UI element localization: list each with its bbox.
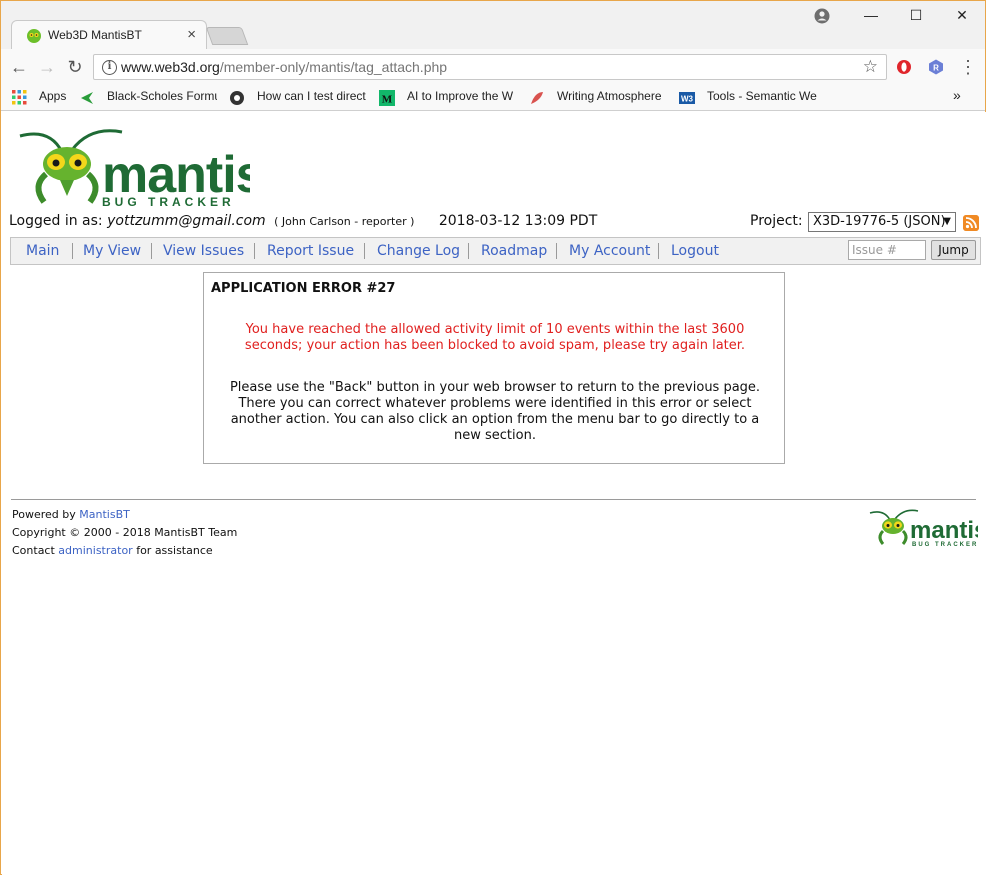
footer-powered-by: Powered by MantisBT <box>12 508 130 521</box>
svg-text:R: R <box>933 64 939 73</box>
menu-separator <box>151 243 152 259</box>
issue-number-input[interactable]: Issue # <box>848 240 926 260</box>
bookmarks-bar: Apps Black-Scholes Formu How can I test … <box>1 85 985 111</box>
mantis-footer-logo[interactable]: mantis BUG TRACKER <box>868 506 978 548</box>
title-bar: Web3D MantisBT × — ☐ ✕ <box>1 1 985 49</box>
back-icon[interactable]: ← <box>9 57 29 77</box>
menu-separator <box>72 243 73 259</box>
bookmark-writing-atmosphere[interactable]: Writing Atmosphere <box>557 89 667 103</box>
site-info-icon[interactable]: i <box>102 60 117 75</box>
project-label: Project: <box>750 213 803 229</box>
profile-icon[interactable] <box>814 8 830 24</box>
svg-text:W3: W3 <box>681 95 694 104</box>
tab-close-icon[interactable]: × <box>187 26 196 43</box>
project-select-value: X3D-19776-5 (JSON) <box>813 214 946 229</box>
logo-subtext: BUG TRACKER <box>102 195 235 206</box>
menu-separator <box>658 243 659 259</box>
browser-window: Web3D MantisBT × — ☐ ✕ ← → ↻ i www.web3d… <box>0 0 986 875</box>
error-help-text: Please use the "Back" button in your web… <box>229 380 761 443</box>
opera-extension-icon[interactable] <box>896 59 912 75</box>
menu-separator <box>556 243 557 259</box>
r-extension-icon[interactable]: R <box>928 59 944 75</box>
browser-toolbar: ← → ↻ i www.web3d.org/member-only/mantis… <box>1 49 985 85</box>
mantis-logo[interactable]: mantis BUG TRACKER <box>10 122 250 206</box>
mantis-page: mantis BUG TRACKER Logged in as: yottzum… <box>2 112 986 875</box>
menu-separator <box>254 243 255 259</box>
menu-report-issue[interactable]: Report Issue <box>267 243 354 259</box>
timestamp: 2018-03-12 13:09 PDT <box>438 213 598 229</box>
logged-in-label: Logged in as: <box>9 213 103 229</box>
error-title: APPLICATION ERROR #27 <box>211 281 396 296</box>
user-email: yottzumm@gmail.com <box>107 213 266 229</box>
jump-button[interactable]: Jump <box>931 240 976 260</box>
bookmark-apps[interactable]: Apps <box>39 89 66 103</box>
project-select[interactable]: X3D-19776-5 (JSON) ▼ <box>808 212 956 232</box>
rss-feed-icon[interactable] <box>963 215 979 231</box>
administrator-link[interactable]: administrator <box>58 544 132 557</box>
arrow-bookmark-icon <box>81 92 93 104</box>
menu-kebab-icon[interactable]: ⋮ <box>958 57 978 77</box>
menu-my-account[interactable]: My Account <box>569 243 650 259</box>
svg-text:M: M <box>382 94 393 106</box>
apps-grid-icon[interactable] <box>12 90 27 105</box>
forward-icon[interactable]: → <box>37 57 57 77</box>
w3c-bookmark-icon: W3 <box>679 92 695 104</box>
menu-my-view[interactable]: My View <box>83 243 141 259</box>
footer-divider <box>11 499 976 500</box>
menu-separator <box>364 243 365 259</box>
footer-logo-subtext: BUG TRACKER <box>912 542 978 548</box>
maximize-icon[interactable]: ☐ <box>906 7 926 24</box>
bookmark-black-scholes[interactable]: Black-Scholes Formu <box>107 89 217 103</box>
reload-icon[interactable]: ↻ <box>65 57 85 77</box>
bookmark-star-icon[interactable]: ☆ <box>863 57 878 77</box>
menu-main[interactable]: Main <box>26 243 59 259</box>
mantisbt-link[interactable]: MantisBT <box>79 508 130 521</box>
application-error-box: APPLICATION ERROR #27 You have reached t… <box>203 272 785 464</box>
unity-bookmark-icon <box>230 91 244 105</box>
browser-tab[interactable]: Web3D MantisBT × <box>11 20 207 49</box>
mantis-favicon-icon <box>27 29 41 43</box>
user-realname: ( John Carlson - reporter ) <box>274 215 415 228</box>
bookmark-ai-improve[interactable]: AI to Improve the W <box>407 89 517 103</box>
menu-separator <box>468 243 469 259</box>
tab-title: Web3D MantisBT <box>48 28 142 42</box>
feather-bookmark-icon <box>531 92 543 104</box>
login-info: Logged in as: yottzumm@gmail.com ( John … <box>9 213 597 229</box>
bookmarks-overflow-icon[interactable]: » <box>953 87 961 103</box>
new-tab-button[interactable] <box>205 27 249 45</box>
footer-copyright: Copyright © 2000 - 2018 MantisBT Team <box>12 526 238 539</box>
footer-logo-wordmark: mantis <box>910 517 978 544</box>
menu-change-log[interactable]: Change Log <box>377 243 460 259</box>
url-text[interactable]: www.web3d.org/member-only/mantis/tag_att… <box>121 59 447 75</box>
minimize-icon[interactable]: — <box>861 7 881 23</box>
menu-logout[interactable]: Logout <box>671 243 719 259</box>
error-message: You have reached the allowed activity li… <box>244 322 746 353</box>
close-window-icon[interactable]: ✕ <box>952 7 972 24</box>
bookmark-tools-semantic[interactable]: Tools - Semantic We <box>707 89 817 103</box>
main-menu-bar: Main My View View Issues Report Issue Ch… <box>10 237 981 265</box>
footer-contact: Contact administrator for assistance <box>12 544 213 557</box>
address-bar[interactable]: i www.web3d.org/member-only/mantis/tag_a… <box>93 54 887 80</box>
menu-view-issues[interactable]: View Issues <box>163 243 244 259</box>
dropdown-arrow-icon: ▼ <box>943 216 951 227</box>
medium-bookmark-icon: M <box>379 90 395 106</box>
bookmark-how-can-i-test[interactable]: How can I test direct <box>257 89 367 103</box>
menu-roadmap[interactable]: Roadmap <box>481 243 547 259</box>
